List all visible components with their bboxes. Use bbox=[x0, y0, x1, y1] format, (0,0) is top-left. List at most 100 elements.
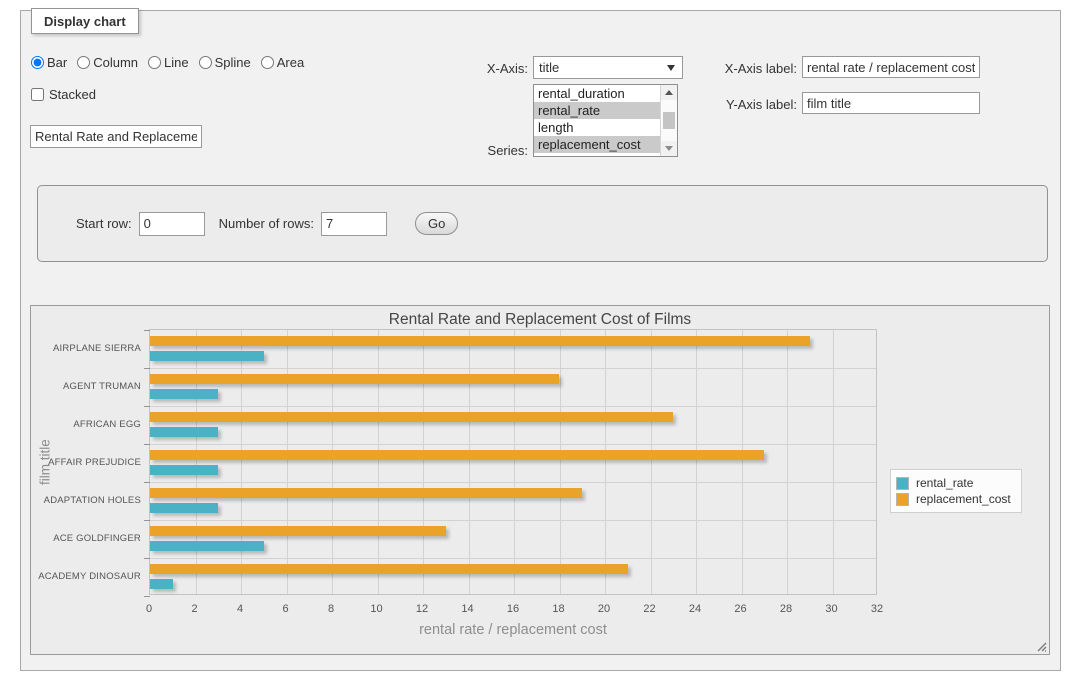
stacked-checkbox[interactable] bbox=[31, 88, 44, 101]
series-option-rental_rate[interactable]: rental_rate bbox=[534, 102, 677, 119]
chart-type-radio-column[interactable] bbox=[77, 56, 90, 69]
gridline-horizontal bbox=[150, 444, 876, 445]
chart-type-radio-line[interactable] bbox=[148, 56, 161, 69]
chart-type-radio-bar[interactable] bbox=[31, 56, 44, 69]
bar-rental_rate bbox=[150, 427, 218, 437]
series-select-label: Series: bbox=[438, 143, 528, 158]
gridline-horizontal bbox=[150, 406, 876, 407]
x-tick-label: 22 bbox=[633, 603, 667, 615]
x-tick-label: 16 bbox=[496, 603, 530, 615]
chart-type-radio-spline[interactable] bbox=[199, 56, 212, 69]
gridline-vertical bbox=[742, 330, 743, 594]
chart-type-area[interactable]: Area bbox=[261, 55, 304, 70]
legend-label: replacement_cost bbox=[916, 492, 1011, 506]
scrollbar-thumb[interactable] bbox=[663, 112, 675, 129]
gridline-horizontal bbox=[150, 368, 876, 369]
chart-type-label: Column bbox=[93, 55, 138, 70]
bar-replacement_cost bbox=[150, 450, 764, 460]
y-tick-mark bbox=[144, 558, 150, 559]
gridline-vertical bbox=[651, 330, 652, 594]
y-tick-mark bbox=[144, 482, 150, 483]
bar-replacement_cost bbox=[150, 374, 559, 384]
chart-type-line[interactable]: Line bbox=[148, 55, 189, 70]
x-axis-select[interactable]: title bbox=[533, 56, 683, 79]
chart-title-input[interactable] bbox=[30, 125, 202, 148]
gridline-vertical bbox=[469, 330, 470, 594]
resize-handle-icon[interactable] bbox=[1035, 640, 1047, 652]
go-button[interactable]: Go bbox=[415, 212, 458, 235]
gridline-vertical bbox=[514, 330, 515, 594]
x-tick-label: 6 bbox=[269, 603, 303, 615]
stacked-checkbox-row[interactable]: Stacked bbox=[31, 87, 96, 102]
row-controls-panel: Start row: Number of rows: Go bbox=[37, 185, 1048, 262]
x-tick-label: 14 bbox=[451, 603, 485, 615]
y-tick-mark bbox=[144, 406, 150, 407]
category-label: ADAPTATION HOLES bbox=[31, 495, 141, 506]
series-option-rental_duration[interactable]: rental_duration bbox=[534, 85, 677, 102]
gridline-vertical bbox=[833, 330, 834, 594]
x-tick-label: 4 bbox=[223, 603, 257, 615]
scroll-up-icon[interactable] bbox=[661, 85, 677, 100]
gridline-horizontal bbox=[150, 520, 876, 521]
scroll-down-icon[interactable] bbox=[661, 141, 677, 156]
gridline-horizontal bbox=[150, 558, 876, 559]
gridline-vertical bbox=[332, 330, 333, 594]
bar-replacement_cost bbox=[150, 526, 446, 536]
chevron-down-icon bbox=[667, 65, 675, 71]
chart-type-label: Bar bbox=[47, 55, 67, 70]
bar-rental_rate bbox=[150, 541, 264, 551]
y-tick-mark bbox=[144, 596, 150, 597]
x-axis-label-input[interactable] bbox=[802, 56, 980, 78]
page: Display chart BarColumnLineSplineArea St… bbox=[0, 0, 1081, 681]
x-tick-label: 0 bbox=[132, 603, 166, 615]
legend-swatch bbox=[896, 493, 909, 506]
gridline-vertical bbox=[605, 330, 606, 594]
category-label: ACADEMY DINOSAUR bbox=[31, 571, 141, 582]
x-tick-label: 18 bbox=[542, 603, 576, 615]
gridline-vertical bbox=[287, 330, 288, 594]
category-label: AIRPLANE SIERRA bbox=[31, 343, 141, 354]
category-label: AFRICAN EGG bbox=[31, 419, 141, 430]
x-axis-select-label: X-Axis: bbox=[438, 61, 528, 76]
x-tick-label: 24 bbox=[678, 603, 712, 615]
bar-replacement_cost bbox=[150, 564, 628, 574]
chart-type-column[interactable]: Column bbox=[77, 55, 138, 70]
chart-type-spline[interactable]: Spline bbox=[199, 55, 251, 70]
y-tick-mark bbox=[144, 520, 150, 521]
legend-entry-rental_rate: rental_rate bbox=[896, 476, 1011, 490]
bar-rental_rate bbox=[150, 465, 218, 475]
x-tick-label: 30 bbox=[815, 603, 849, 615]
y-tick-mark bbox=[144, 330, 150, 331]
category-label: AFFAIR PREJUDICE bbox=[31, 457, 141, 468]
bar-rental_rate bbox=[150, 351, 264, 361]
gridline-vertical bbox=[787, 330, 788, 594]
gridline-vertical bbox=[560, 330, 561, 594]
x-axis-label-field-label: X-Axis label: bbox=[710, 61, 797, 76]
stacked-label: Stacked bbox=[49, 87, 96, 102]
bar-replacement_cost bbox=[150, 488, 582, 498]
chart-container: Rental Rate and Replacement Cost of Film… bbox=[30, 305, 1050, 655]
x-tick-label: 28 bbox=[769, 603, 803, 615]
series-option-length[interactable]: length bbox=[534, 119, 677, 136]
series-option-replacement_cost[interactable]: replacement_cost bbox=[534, 136, 677, 153]
x-tick-label: 32 bbox=[860, 603, 894, 615]
series-listbox[interactable]: rental_durationrental_ratelengthreplacem… bbox=[533, 84, 678, 157]
chart-type-label: Spline bbox=[215, 55, 251, 70]
num-rows-input[interactable] bbox=[321, 212, 387, 236]
x-tick-label: 2 bbox=[178, 603, 212, 615]
x-tick-label: 10 bbox=[360, 603, 394, 615]
y-tick-mark bbox=[144, 444, 150, 445]
chart-type-label: Area bbox=[277, 55, 304, 70]
chart-type-radio-area[interactable] bbox=[261, 56, 274, 69]
gridline-vertical bbox=[196, 330, 197, 594]
y-axis-label-field-label: Y-Axis label: bbox=[710, 97, 797, 112]
gridline-horizontal bbox=[150, 482, 876, 483]
num-rows-label: Number of rows: bbox=[219, 216, 314, 231]
bar-rental_rate bbox=[150, 579, 173, 589]
series-scrollbar[interactable] bbox=[660, 85, 677, 156]
chart-type-bar[interactable]: Bar bbox=[31, 55, 67, 70]
y-axis-label-input[interactable] bbox=[802, 92, 980, 114]
x-axis-select-value: title bbox=[539, 60, 559, 75]
start-row-input[interactable] bbox=[139, 212, 205, 236]
x-tick-label: 12 bbox=[405, 603, 439, 615]
